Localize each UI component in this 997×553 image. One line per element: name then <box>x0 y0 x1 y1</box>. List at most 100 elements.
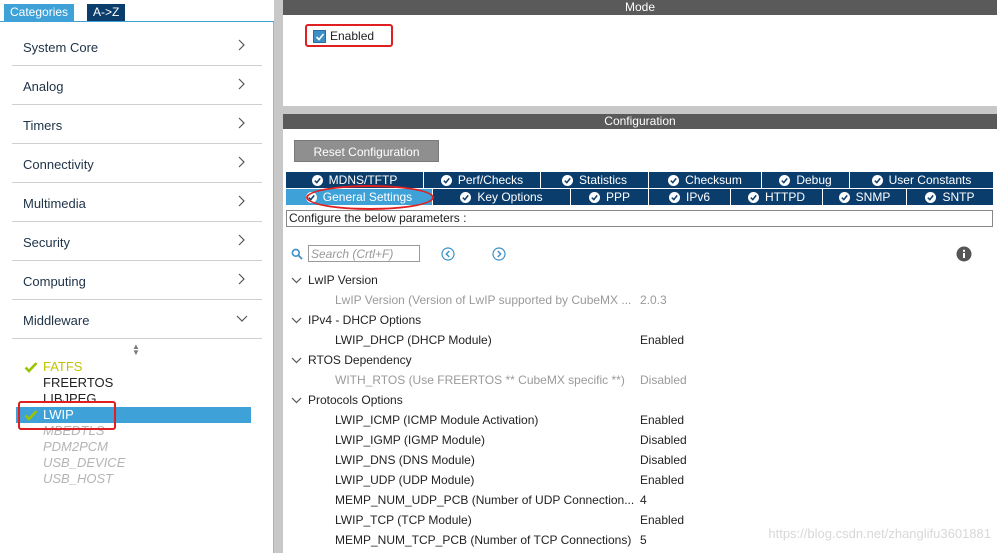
chevron-down-icon[interactable] <box>291 315 302 325</box>
tab-check-icon <box>668 175 680 186</box>
param-row[interactable]: LWIP_UDP (UDP Module) Enabled <box>283 470 997 490</box>
category-middleware[interactable]: Middleware <box>12 300 262 339</box>
tab-user-constants[interactable]: User Constants <box>849 172 993 188</box>
config-tab-row-1: MDNS/TFTP Perf/Checks Statistics Checksum De… <box>286 172 993 188</box>
tab-label: SNTP <box>942 190 975 204</box>
category-timers[interactable]: Timers <box>12 105 262 144</box>
param-name: WITH_RTOS (Use FREERTOS ** CubeMX specif… <box>335 373 625 387</box>
param-value[interactable]: Disabled <box>640 450 687 470</box>
next-result-icon[interactable] <box>492 247 506 261</box>
category-label: Computing <box>23 274 86 289</box>
param-value[interactable]: Disabled <box>640 430 687 450</box>
configuration-panel: Configuration Reset Configuration MDNS/T… <box>283 114 997 553</box>
previous-result-icon[interactable] <box>441 247 455 261</box>
category-analog[interactable]: Analog <box>12 66 262 105</box>
param-value[interactable]: Enabled <box>640 470 684 490</box>
category-label: Middleware <box>23 313 90 328</box>
tab-ipv6[interactable]: IPv6 <box>648 189 730 205</box>
tab-label: PPP <box>605 190 630 204</box>
chevron-right-icon <box>238 195 245 207</box>
param-row[interactable]: LWIP_DHCP (DHCP Module) Enabled <box>283 330 997 350</box>
sort-arrows-icon[interactable]: ▲ ▼ <box>132 343 140 357</box>
middleware-item-libjpeg[interactable]: LIBJPEG <box>16 391 251 407</box>
tab-check-icon <box>838 192 850 203</box>
param-value[interactable]: Enabled <box>640 330 684 350</box>
tab-snmp[interactable]: SNMP <box>822 189 906 205</box>
tab-categories[interactable]: Categories <box>4 4 75 21</box>
tab-general-settings[interactable]: General Settings <box>286 189 432 205</box>
tab-ppp[interactable]: PPP <box>570 189 648 205</box>
param-name: MEMP_NUM_TCP_PCB (Number of TCP Connecti… <box>335 533 632 547</box>
tab-label: User Constants <box>888 173 972 187</box>
param-name: LWIP_TCP (TCP Module) <box>335 513 472 527</box>
tab-label: Key Options <box>477 190 543 204</box>
tab-checksum[interactable]: Checksum <box>648 172 761 188</box>
category-multimedia[interactable]: Multimedia <box>12 183 262 222</box>
tab-label: HTTPD <box>765 190 805 204</box>
category-connectivity[interactable]: Connectivity <box>12 144 262 183</box>
chevron-down-icon <box>236 315 248 322</box>
middleware-item-pdm2pcm[interactable]: PDM2PCM <box>16 439 251 455</box>
param-row[interactable]: LWIP_IGMP (IGMP Module) Disabled <box>283 430 997 450</box>
param-name: LWIP_UDP (UDP Module) <box>335 473 475 487</box>
chevron-down-icon[interactable] <box>291 355 302 365</box>
category-label: Multimedia <box>23 196 86 211</box>
tab-check-icon <box>748 192 759 203</box>
search-input[interactable] <box>308 245 420 262</box>
tab-mdns-tftp[interactable]: MDNS/TFTP <box>286 172 423 188</box>
param-value[interactable]: Enabled <box>640 510 684 530</box>
configuration-header: Configuration <box>283 114 997 129</box>
tab-label: Debug <box>796 173 832 187</box>
param-group[interactable]: RTOS Dependency <box>283 350 997 370</box>
param-row[interactable]: LWIP_ICMP (ICMP Module Activation) Enable… <box>283 410 997 430</box>
param-value[interactable]: 4 <box>640 490 647 510</box>
param-row[interactable]: WITH_RTOS (Use FREERTOS ** CubeMX specif… <box>283 370 997 390</box>
chevron-right-icon <box>238 156 245 168</box>
tab-statistics[interactable]: Statistics <box>540 172 648 188</box>
category-label: Timers <box>23 118 63 133</box>
tab-label: General Settings <box>322 190 413 204</box>
categories-panel: Categories A->Z System Core Analog Timers C… <box>0 0 274 553</box>
chevron-right-icon <box>238 78 245 90</box>
param-value[interactable]: Enabled <box>640 410 684 430</box>
tab-httpd[interactable]: HTTPD <box>730 189 822 205</box>
tab-sntp[interactable]: SNTP <box>906 189 993 205</box>
param-row[interactable]: LwIP Version (Version of LwIP supported … <box>283 290 997 310</box>
tab-a-to-z[interactable]: A->Z <box>87 4 126 21</box>
middleware-item-usb-host[interactable]: USB_HOST <box>16 471 251 487</box>
middleware-item-label: USB_HOST <box>43 471 114 486</box>
chevron-down-icon[interactable] <box>291 275 302 285</box>
tab-debug[interactable]: Debug <box>761 172 849 188</box>
param-row[interactable]: LWIP_DNS (DNS Module) Disabled <box>283 450 997 470</box>
search-row <box>291 245 981 263</box>
middleware-item-label: FREERTOS <box>43 375 114 390</box>
param-group[interactable]: Protocols Options <box>283 390 997 410</box>
middleware-item-mbedtls[interactable]: MBEDTLS <box>16 423 251 439</box>
middleware-item-label: USB_DEVICE <box>43 455 126 470</box>
tab-key-options[interactable]: Key Options <box>432 189 570 205</box>
mode-header: Mode <box>283 0 997 15</box>
category-label: System Core <box>23 40 99 55</box>
param-group[interactable]: LwIP Version <box>283 270 997 290</box>
tab-perf-checks[interactable]: Perf/Checks <box>423 172 540 188</box>
enabled-checkbox[interactable] <box>313 30 326 43</box>
param-value[interactable]: 5 <box>640 530 647 550</box>
middleware-item-usb-device[interactable]: USB_DEVICE <box>16 455 251 471</box>
param-value[interactable]: Disabled <box>640 370 687 390</box>
middleware-item-lwip[interactable]: LWIP <box>16 407 251 423</box>
middleware-item-fatfs[interactable]: FATFS <box>16 359 251 375</box>
middleware-item-freertos[interactable]: FREERTOS <box>16 375 251 391</box>
param-group[interactable]: IPv4 - DHCP Options <box>283 310 997 330</box>
info-icon[interactable] <box>956 246 972 262</box>
param-value[interactable]: 2.0.3 <box>640 290 667 310</box>
category-system-core[interactable]: System Core <box>12 27 262 66</box>
reset-configuration-button[interactable]: Reset Configuration <box>294 140 439 162</box>
category-computing[interactable]: Computing <box>12 261 262 300</box>
category-security[interactable]: Security <box>12 222 262 261</box>
chevron-down-icon[interactable] <box>291 395 302 405</box>
middleware-item-label: FATFS <box>43 359 83 374</box>
param-row[interactable]: MEMP_NUM_UDP_PCB (Number of UDP Connecti… <box>283 490 997 510</box>
param-group-label: RTOS Dependency <box>308 353 412 367</box>
chevron-right-icon <box>238 234 245 246</box>
tab-check-icon <box>925 192 937 203</box>
